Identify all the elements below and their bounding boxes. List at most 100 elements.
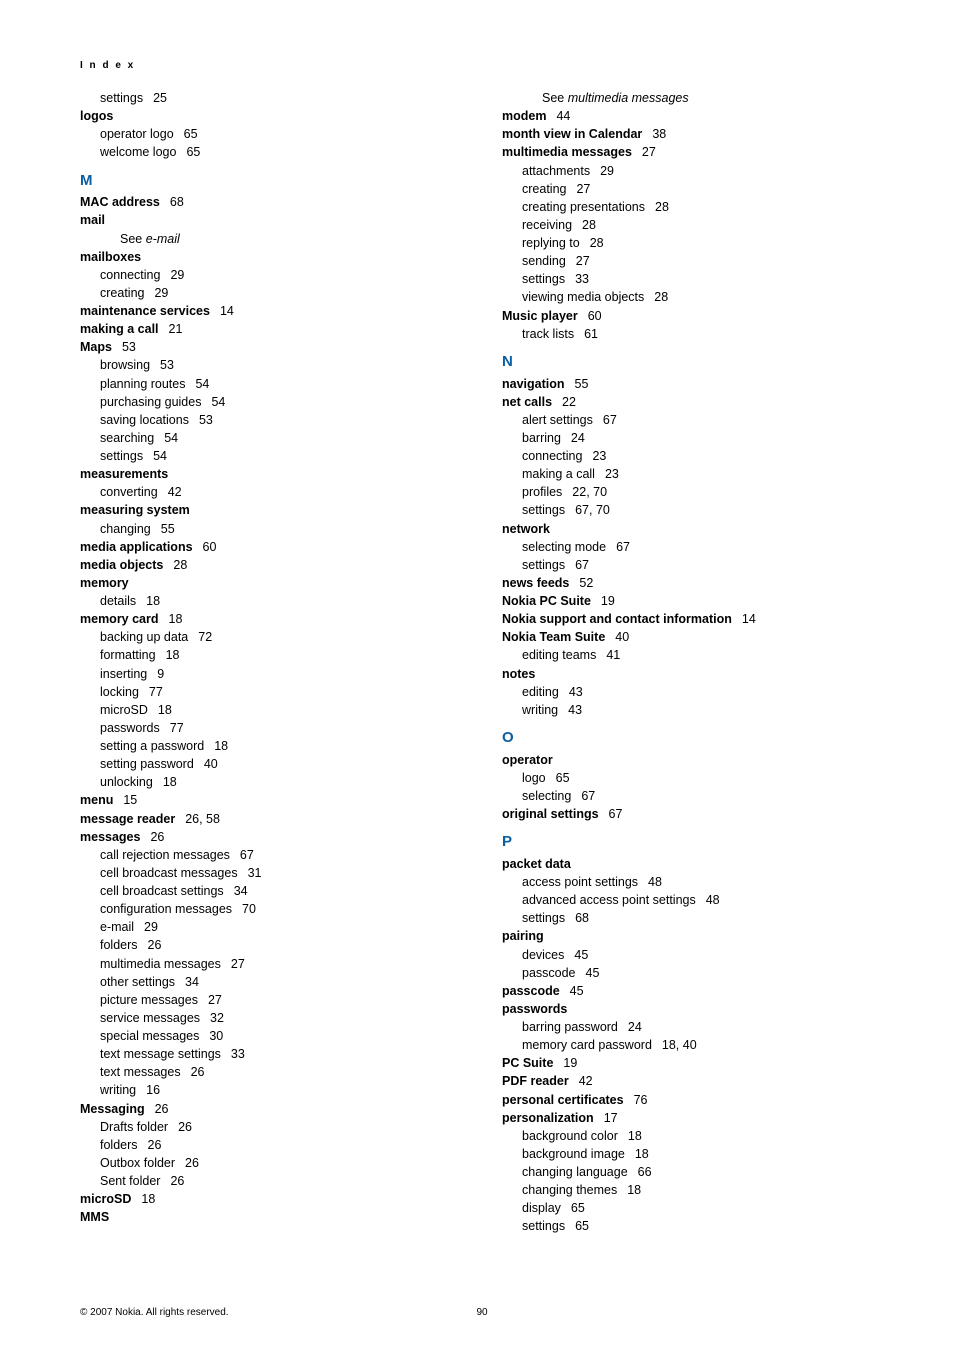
index-subentry: selecting mode67 bbox=[502, 538, 884, 556]
page-ref: 18 bbox=[163, 775, 177, 789]
index-topic: modem44 bbox=[502, 107, 884, 125]
page-ref: 24 bbox=[628, 1020, 642, 1034]
index-subentry: writing16 bbox=[80, 1081, 462, 1099]
index-topic: Nokia PC Suite19 bbox=[502, 592, 884, 610]
page-ref: 26 bbox=[185, 1156, 199, 1170]
page-ref: 34 bbox=[185, 975, 199, 989]
index-subentry: picture messages27 bbox=[80, 991, 462, 1009]
page-ref: 26 bbox=[150, 830, 164, 844]
page-ref: 29 bbox=[600, 164, 614, 178]
page-ref: 54 bbox=[211, 395, 225, 409]
page-ref: 14 bbox=[220, 304, 234, 318]
page-ref: 19 bbox=[563, 1056, 577, 1070]
page-ref: 28 bbox=[173, 558, 187, 572]
page-ref: 65 bbox=[556, 771, 570, 785]
page-ref: 76 bbox=[634, 1093, 648, 1107]
page-ref: 26 bbox=[148, 1138, 162, 1152]
page-ref: 26 bbox=[191, 1065, 205, 1079]
page-ref: 27 bbox=[231, 957, 245, 971]
page-ref: 77 bbox=[149, 685, 163, 699]
index-see-reference: See multimedia messages bbox=[502, 89, 884, 107]
index-topic: messages26 bbox=[80, 828, 462, 846]
right-column: See multimedia messagesmodem44month view… bbox=[502, 89, 884, 1236]
index-subentry: cell broadcast messages31 bbox=[80, 864, 462, 882]
index-subentry: setting a password18 bbox=[80, 737, 462, 755]
page-ref: 28 bbox=[582, 218, 596, 232]
page-ref: 26 bbox=[178, 1120, 192, 1134]
index-topic: measuring system bbox=[80, 501, 462, 519]
page-ref: 18 bbox=[166, 648, 180, 662]
page-ref: 16 bbox=[146, 1083, 160, 1097]
index-subentry: sending27 bbox=[502, 252, 884, 270]
index-topic: measurements bbox=[80, 465, 462, 483]
index-topic: pairing bbox=[502, 927, 884, 945]
index-subentry: other settings34 bbox=[80, 973, 462, 991]
page-ref: 41 bbox=[606, 648, 620, 662]
index-topic: month view in Calendar38 bbox=[502, 125, 884, 143]
index-topic: PC Suite19 bbox=[502, 1054, 884, 1072]
page-ref: 26 bbox=[170, 1174, 184, 1188]
index-subentry: settings65 bbox=[502, 1217, 884, 1235]
page-ref: 67 bbox=[575, 558, 589, 572]
index-subentry: creating27 bbox=[502, 180, 884, 198]
page-ref: 28 bbox=[655, 200, 669, 214]
index-subentry: receiving28 bbox=[502, 216, 884, 234]
section-letter-n: N bbox=[502, 351, 884, 373]
page-ref: 18 bbox=[214, 739, 228, 753]
index-topic: media objects28 bbox=[80, 556, 462, 574]
page-footer: © 2007 Nokia. All rights reserved. 90 bbox=[80, 1307, 884, 1318]
page-ref: 45 bbox=[586, 966, 600, 980]
index-topic: personal certificates76 bbox=[502, 1091, 884, 1109]
index-topic: net calls22 bbox=[502, 393, 884, 411]
index-subentry: selecting67 bbox=[502, 787, 884, 805]
index-subentry: connecting29 bbox=[80, 266, 462, 284]
index-subentry: details18 bbox=[80, 592, 462, 610]
page-ref: 27 bbox=[576, 254, 590, 268]
page-ref: 25 bbox=[153, 91, 167, 105]
page-ref: 45 bbox=[574, 948, 588, 962]
section-letter-o: O bbox=[502, 727, 884, 749]
index-subentry: call rejection messages67 bbox=[80, 846, 462, 864]
page-ref: 67 bbox=[240, 848, 254, 862]
index-columns: settings25logosoperator logo65welcome lo… bbox=[80, 89, 884, 1236]
index-subentry: browsing53 bbox=[80, 356, 462, 374]
index-subentry: saving locations53 bbox=[80, 411, 462, 429]
index-subentry: converting42 bbox=[80, 483, 462, 501]
page-ref: 27 bbox=[642, 145, 656, 159]
page-ref: 40 bbox=[615, 630, 629, 644]
index-subentry: searching54 bbox=[80, 429, 462, 447]
index-subentry: text message settings33 bbox=[80, 1045, 462, 1063]
index-topic: news feeds52 bbox=[502, 574, 884, 592]
index-topic: logos bbox=[80, 107, 462, 125]
page-ref: 15 bbox=[123, 793, 137, 807]
page-ref: 53 bbox=[122, 340, 136, 354]
index-subentry: cell broadcast settings34 bbox=[80, 882, 462, 900]
page-ref: 23 bbox=[605, 467, 619, 481]
page-ref: 18 bbox=[141, 1192, 155, 1206]
index-subentry: changing55 bbox=[80, 520, 462, 538]
page-ref: 18 bbox=[158, 703, 172, 717]
page-ref: 42 bbox=[168, 485, 182, 499]
index-topic: personalization17 bbox=[502, 1109, 884, 1127]
page-ref: 67, 70 bbox=[575, 503, 610, 517]
page-ref: 18 bbox=[635, 1147, 649, 1161]
page-ref: 32 bbox=[210, 1011, 224, 1025]
page-ref: 17 bbox=[604, 1111, 618, 1125]
page-ref: 40 bbox=[204, 757, 218, 771]
index-topic: Maps53 bbox=[80, 338, 462, 356]
index-topic: packet data bbox=[502, 855, 884, 873]
index-topic: notes bbox=[502, 665, 884, 683]
page-ref: 14 bbox=[742, 612, 756, 626]
page-ref: 26 bbox=[148, 938, 162, 952]
index-topic: original settings67 bbox=[502, 805, 884, 823]
index-topic: Nokia Team Suite40 bbox=[502, 628, 884, 646]
index-subentry: operator logo65 bbox=[80, 125, 462, 143]
page-ref: 60 bbox=[203, 540, 217, 554]
page-ref: 43 bbox=[569, 685, 583, 699]
page-ref: 67 bbox=[581, 789, 595, 803]
page-ref: 55 bbox=[575, 377, 589, 391]
page-ref: 68 bbox=[575, 911, 589, 925]
index-topic: memory bbox=[80, 574, 462, 592]
index-subentry: making a call23 bbox=[502, 465, 884, 483]
page-ref: 30 bbox=[209, 1029, 223, 1043]
